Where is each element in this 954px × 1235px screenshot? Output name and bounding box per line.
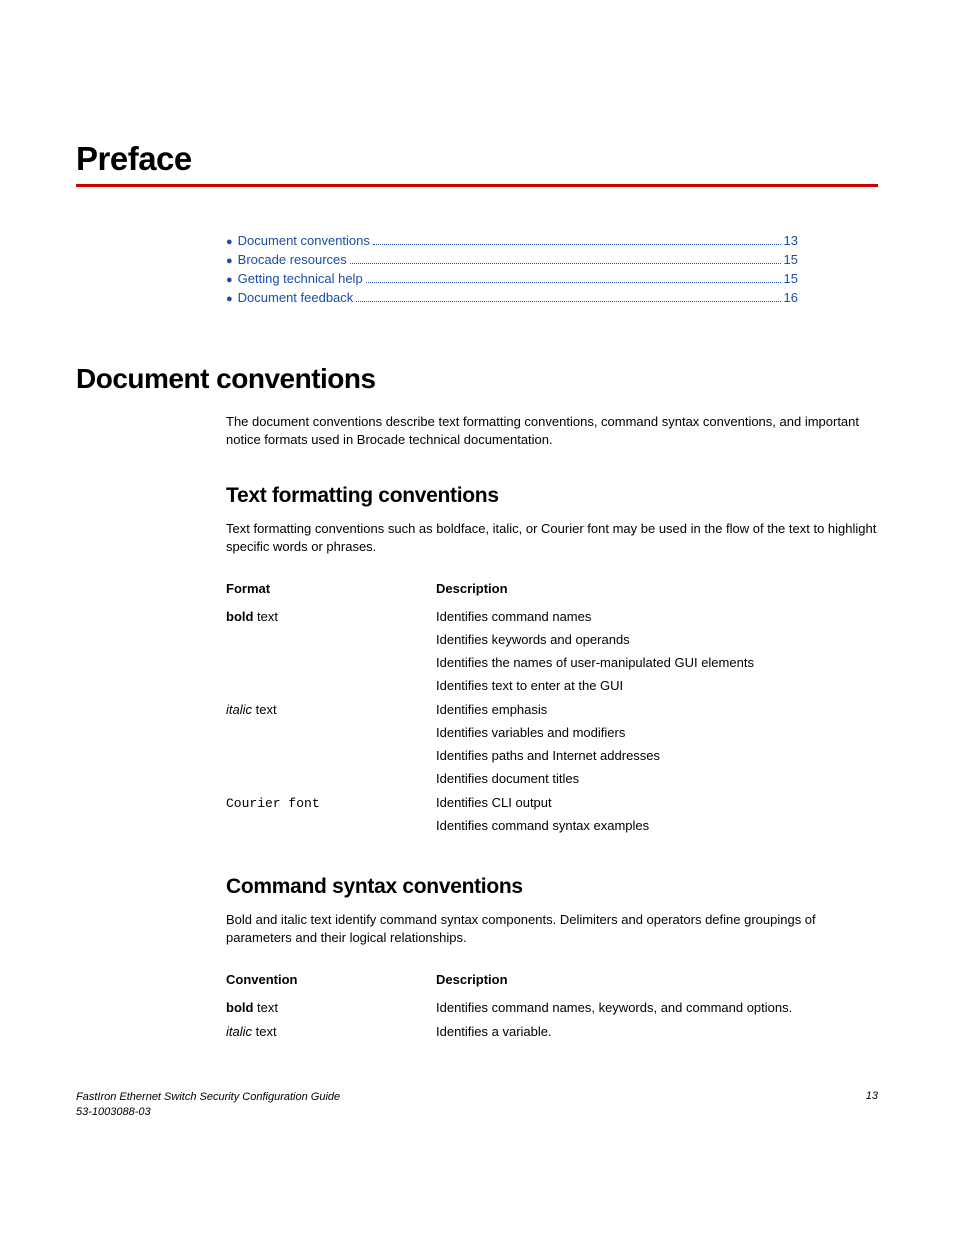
description-line: Identifies command names, keywords, and … bbox=[436, 1000, 868, 1015]
description-line: Identifies the names of user-manipulated… bbox=[436, 655, 868, 670]
toc-entry[interactable]: ● Getting technical help 15 bbox=[226, 271, 798, 286]
bullet-icon: ● bbox=[226, 255, 233, 267]
toc-entry[interactable]: ● Document feedback 16 bbox=[226, 290, 798, 305]
toc-label: Getting technical help bbox=[238, 271, 363, 286]
subsection-intro: Text formatting conventions such as bold… bbox=[226, 520, 878, 555]
description-cell: Identifies command names Identifies keyw… bbox=[436, 606, 878, 699]
page-title: Preface bbox=[76, 140, 878, 178]
format-cell: bold text bbox=[226, 997, 436, 1021]
description-line: Identifies command syntax examples bbox=[436, 818, 868, 833]
col-header-format: Format bbox=[226, 577, 436, 606]
subsection-heading-commandsyntax: Command syntax conventions bbox=[226, 875, 878, 899]
toc-label: Document feedback bbox=[238, 290, 354, 305]
format-italic-sample: italic bbox=[226, 702, 252, 717]
bullet-icon: ● bbox=[226, 236, 233, 248]
description-line: Identifies paths and Internet addresses bbox=[436, 748, 868, 763]
format-mono-sample: Courier font bbox=[226, 796, 320, 811]
description-line: Identifies text to enter at the GUI bbox=[436, 678, 868, 693]
toc-label: Brocade resources bbox=[238, 252, 347, 267]
description-cell: Identifies CLI output Identifies command… bbox=[436, 792, 878, 839]
format-rest: text bbox=[253, 609, 278, 624]
toc-leader bbox=[356, 301, 780, 302]
col-header-convention: Convention bbox=[226, 968, 436, 997]
subsection-heading-textformatting: Text formatting conventions bbox=[226, 484, 878, 508]
footer-doc-number: 53-1003088-03 bbox=[76, 1105, 340, 1119]
col-header-description: Description bbox=[436, 577, 878, 606]
toc-label: Document conventions bbox=[238, 233, 370, 248]
format-cell: italic text bbox=[226, 1021, 436, 1045]
page-footer: FastIron Ethernet Switch Security Config… bbox=[76, 1090, 878, 1119]
format-rest: text bbox=[252, 702, 277, 717]
description-line: Identifies CLI output bbox=[436, 795, 868, 810]
description-line: Identifies command names bbox=[436, 609, 868, 624]
table-row: Courier font Identifies CLI output Ident… bbox=[226, 792, 878, 839]
format-bold-sample: bold bbox=[226, 1000, 253, 1015]
toc-page: 15 bbox=[784, 252, 798, 267]
format-rest: text bbox=[252, 1024, 277, 1039]
format-rest: text bbox=[253, 1000, 278, 1015]
table-row: bold text Identifies command names, keyw… bbox=[226, 997, 878, 1021]
description-cell: Identifies emphasis Identifies variables… bbox=[436, 699, 878, 792]
description-line: Identifies variables and modifiers bbox=[436, 725, 868, 740]
description-line: Identifies emphasis bbox=[436, 702, 868, 717]
command-syntax-table: Convention Description bold text Identif… bbox=[226, 968, 878, 1045]
format-cell: Courier font bbox=[226, 792, 436, 839]
footer-page-number: 13 bbox=[866, 1090, 878, 1102]
title-rule bbox=[76, 184, 878, 187]
text-formatting-table: Format Description bold text Identifies … bbox=[226, 577, 878, 839]
description-line: Identifies keywords and operands bbox=[436, 632, 868, 647]
table-row: italic text Identifies emphasis Identifi… bbox=[226, 699, 878, 792]
footer-left: FastIron Ethernet Switch Security Config… bbox=[76, 1090, 340, 1119]
table-row: italic text Identifies a variable. bbox=[226, 1021, 878, 1045]
section-heading-documentconventions: Document conventions bbox=[76, 363, 878, 395]
col-header-description: Description bbox=[436, 968, 878, 997]
description-line: Identifies document titles bbox=[436, 771, 868, 786]
subsection-intro: Bold and italic text identify command sy… bbox=[226, 911, 878, 946]
toc-leader bbox=[350, 263, 781, 264]
format-bold-sample: bold bbox=[226, 609, 253, 624]
description-cell: Identifies command names, keywords, and … bbox=[436, 997, 878, 1021]
toc-leader bbox=[373, 244, 781, 245]
table-of-contents: ● Document conventions 13 ● Brocade reso… bbox=[226, 233, 798, 305]
bullet-icon: ● bbox=[226, 293, 233, 305]
section-intro: The document conventions describe text f… bbox=[226, 413, 878, 448]
toc-page: 15 bbox=[784, 271, 798, 286]
toc-entry[interactable]: ● Document conventions 13 bbox=[226, 233, 798, 248]
table-row: bold text Identifies command names Ident… bbox=[226, 606, 878, 699]
table-header-row: Convention Description bbox=[226, 968, 878, 997]
toc-page: 13 bbox=[784, 233, 798, 248]
toc-page: 16 bbox=[784, 290, 798, 305]
bullet-icon: ● bbox=[226, 274, 233, 286]
format-cell: italic text bbox=[226, 699, 436, 792]
toc-leader bbox=[366, 282, 781, 283]
table-header-row: Format Description bbox=[226, 577, 878, 606]
toc-entry[interactable]: ● Brocade resources 15 bbox=[226, 252, 798, 267]
format-cell: bold text bbox=[226, 606, 436, 699]
description-cell: Identifies a variable. bbox=[436, 1021, 878, 1045]
format-italic-sample: italic bbox=[226, 1024, 252, 1039]
description-line: Identifies a variable. bbox=[436, 1024, 868, 1039]
footer-doc-title: FastIron Ethernet Switch Security Config… bbox=[76, 1090, 340, 1104]
